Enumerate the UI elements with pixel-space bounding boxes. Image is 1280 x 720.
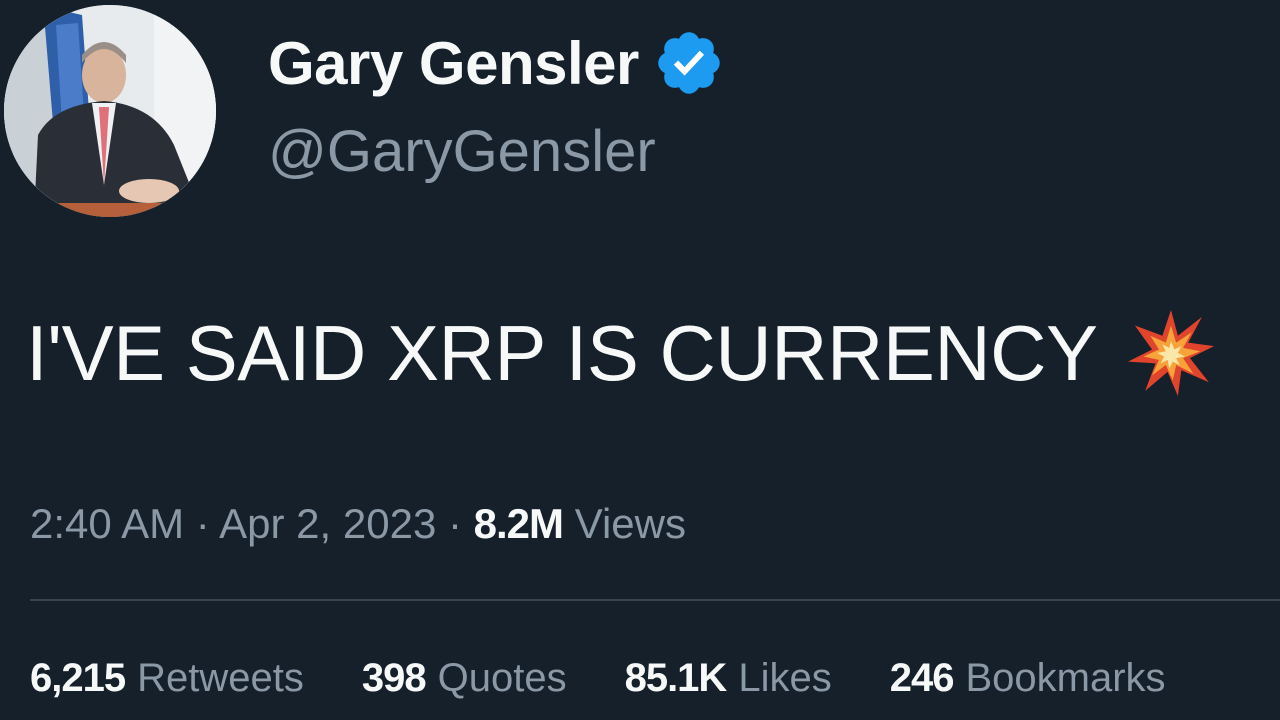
author-handle[interactable]: @GaryGensler	[268, 118, 656, 185]
stat-likes[interactable]: 85.1K Likes	[625, 656, 832, 701]
tweet-text: I'VE SAID XRP IS CURRENCY	[26, 308, 1098, 397]
author-row: Gary Gensler	[268, 28, 725, 98]
views-label: Views	[574, 500, 686, 547]
tweet-time[interactable]: 2:40 AM	[30, 500, 184, 547]
stat-quotes[interactable]: 398 Quotes	[362, 656, 567, 701]
tweet-body: I'VE SAID XRP IS CURRENCY	[26, 308, 1214, 398]
stat-label: Likes	[738, 655, 832, 700]
views-count: 8.2M	[473, 500, 564, 547]
stat-bookmarks[interactable]: 246 Bookmarks	[890, 656, 1166, 701]
collision-icon	[1127, 310, 1214, 396]
verified-badge-icon[interactable]	[653, 27, 725, 99]
display-name[interactable]: Gary Gensler	[268, 29, 639, 98]
tweet-meta: 2:40 AM · Apr 2, 2023 · 8.2M Views	[30, 500, 686, 548]
avatar[interactable]	[4, 5, 216, 217]
stat-label: Retweets	[137, 655, 304, 700]
stat-count: 6,215	[30, 655, 126, 700]
divider	[30, 599, 1280, 601]
stat-count: 246	[889, 655, 955, 700]
tweet-stats: 6,215 Retweets 398 Quotes 85.1K Likes 24…	[30, 652, 1224, 704]
stat-label: Quotes	[437, 655, 567, 700]
tweet-card: Gary Gensler @GaryGensler I'VE SAID XRP …	[0, 0, 1280, 720]
stat-count: 85.1K	[624, 655, 728, 700]
avatar-photo	[4, 5, 216, 217]
meta-separator: ·	[195, 500, 210, 547]
meta-separator: ·	[447, 500, 462, 547]
tweet-date[interactable]: Apr 2, 2023	[219, 500, 436, 547]
stat-label: Bookmarks	[965, 655, 1166, 700]
stat-retweets[interactable]: 6,215 Retweets	[30, 656, 304, 701]
stat-count: 398	[361, 655, 427, 700]
